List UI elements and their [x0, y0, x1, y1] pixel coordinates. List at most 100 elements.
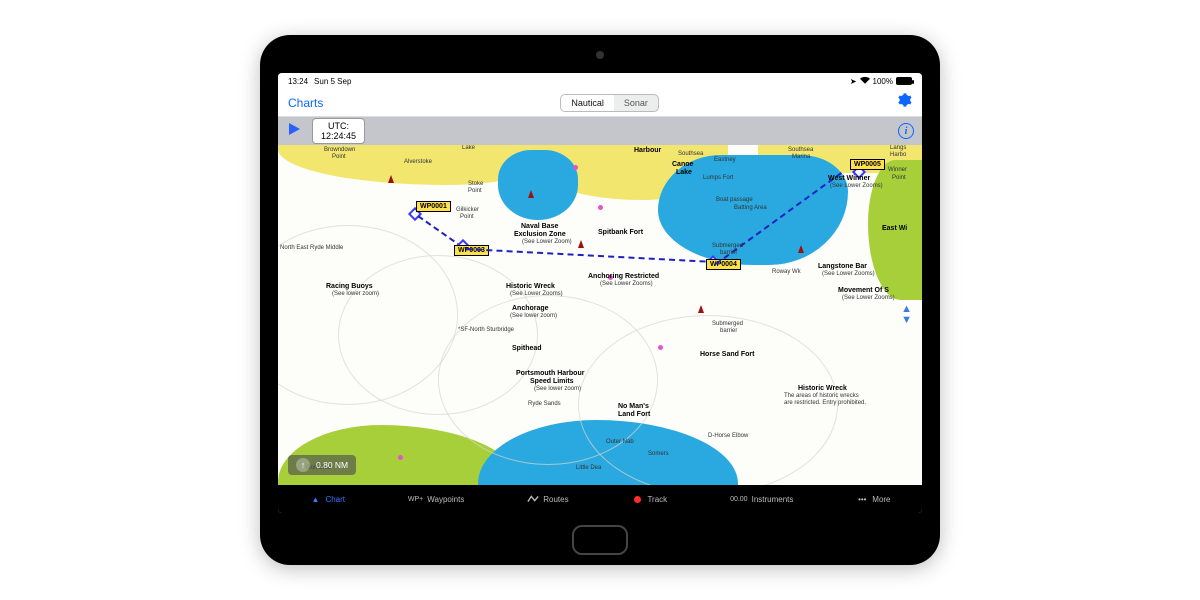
label-sub: are restricted. Entry prohibited. [784, 400, 866, 406]
scale-text: 0.80 NM [316, 460, 348, 470]
route-segment [466, 248, 716, 263]
label-stoke2: Point [468, 188, 482, 194]
tab-chart[interactable]: ▲ Chart [309, 493, 345, 505]
label-sub: (See Lower Zooms) [600, 281, 653, 287]
label-nomans: No Man's [618, 403, 649, 410]
utc-time: 12:24:45 [321, 131, 356, 141]
play-button[interactable] [286, 121, 302, 142]
label-gilkicker2: Point [460, 214, 474, 220]
label-submerged: Submerged [712, 243, 743, 249]
label-outer-nab: Outer Nab [606, 439, 634, 445]
label-sub: (See Lower Zooms) [510, 291, 563, 297]
tab-label: Routes [543, 495, 568, 504]
label-harbour: Harbour [634, 147, 661, 154]
nav-beacon [578, 240, 584, 248]
tab-label: Track [647, 495, 667, 504]
label-eastney: Eastney [714, 157, 736, 163]
label-sub: The areas of historic wrecks [784, 393, 859, 399]
tab-routes[interactable]: Routes [527, 493, 568, 505]
location-icon: ➤ [850, 77, 857, 86]
label-movement: Movement Of S [838, 287, 889, 294]
label-sub: (See lower zoom) [534, 386, 581, 392]
nav-beacon [528, 190, 534, 198]
label-southsea-marina2: Marina [792, 154, 810, 160]
front-camera [596, 51, 604, 59]
tab-waypoints[interactable]: WP+ Waypoints [408, 495, 464, 504]
label-lumps: Lumps Fort [703, 175, 733, 181]
info-button[interactable]: i [898, 123, 914, 139]
waypoint-wp0001[interactable]: WP0001 [416, 201, 451, 212]
label-alverstoke: Alverstoke [404, 159, 432, 165]
app-screen: 13:24 Sun 5 Sep ➤ 100% Charts Nautical S… [278, 73, 922, 513]
label-langs: Langs [890, 145, 906, 151]
label-batting: Batting Area [734, 205, 767, 211]
label-point2: Point [892, 175, 906, 181]
label-submerged2: barrier [720, 328, 737, 334]
label-sub: (See Lower Zoom) [522, 239, 572, 245]
buoy-marker [398, 455, 403, 460]
playback-bar: UTC: 12:24:45 i [278, 117, 922, 145]
tab-instruments[interactable]: 00.00 Instruments [730, 495, 793, 504]
pan-down-icon[interactable]: ▼ [901, 316, 912, 325]
label-lake: Lake [462, 145, 475, 151]
label-canoe: Canoe [672, 161, 693, 168]
routes-icon [527, 493, 539, 505]
waypoint-wp0004[interactable]: WP0004 [706, 259, 741, 270]
label-racing-buoys: Racing Buoys [326, 283, 373, 290]
segmented-nautical[interactable]: Nautical [561, 95, 614, 111]
label-nomans2: Land Fort [618, 411, 650, 418]
tab-label: Waypoints [427, 495, 464, 504]
label-harbor2: Harbo [890, 152, 906, 158]
pan-control[interactable]: ▲ ▼ [901, 305, 912, 325]
nav-beacon [388, 175, 394, 183]
label-winner: Winner [888, 167, 907, 173]
label-west-winner: West Winner [828, 175, 870, 182]
battery-icon [896, 77, 912, 85]
label-sturbridge: *SF-North Sturbridge [458, 327, 514, 333]
wifi-icon [860, 76, 870, 86]
label-ryde-middle: North East Ryde Middle [280, 245, 343, 251]
tab-label: Instruments [752, 495, 794, 504]
scale-indicator[interactable]: ↑ 0.80 NM [288, 455, 356, 475]
label-submerged: Submerged [712, 321, 743, 327]
buoy-marker [598, 205, 603, 210]
label-naval-base: Naval Base [521, 223, 558, 230]
label-portsmouth2: Speed Limits [530, 378, 574, 385]
label-historic-wreck: Historic Wreck [506, 283, 555, 290]
label-somers: Somers [648, 451, 669, 457]
tab-label: Chart [325, 495, 345, 504]
status-bar: 13:24 Sun 5 Sep ➤ 100% [278, 73, 922, 89]
label-raway: Roway Wk [772, 269, 801, 275]
label-submerged2: barrier [720, 250, 737, 256]
battery-percent: 100% [873, 77, 893, 86]
label-ryde-sands: Ryde Sands [528, 401, 561, 407]
label-sub: (See Lower Zooms) [830, 183, 883, 189]
route-segment [417, 215, 462, 248]
label-southsea-marina: Southsea [788, 147, 813, 153]
buoy-marker [658, 345, 663, 350]
label-southsea: Southsea [678, 151, 703, 157]
label-horse-elbow: D-Horse Elbow [708, 433, 748, 439]
label-gilkicker: Gilkicker [456, 207, 479, 213]
tab-track[interactable]: Track [631, 493, 667, 505]
nautical-chart[interactable]: WP0001 WP0003 WP0004 WP0005 Racing Buoys [278, 145, 922, 485]
waypoint-wp0005[interactable]: WP0005 [850, 159, 885, 170]
back-charts-button[interactable]: Charts [288, 96, 323, 110]
segmented-sonar[interactable]: Sonar [614, 95, 658, 111]
status-date: Sun 5 Sep [314, 77, 351, 86]
home-button[interactable] [572, 525, 628, 555]
tab-more[interactable]: ••• More [856, 493, 890, 505]
nav-beacon [798, 245, 804, 253]
label-spitbank: Spitbank Fort [598, 229, 643, 236]
more-icon: ••• [856, 493, 868, 505]
north-arrow-icon: ↑ [296, 458, 310, 472]
settings-button[interactable] [896, 92, 912, 113]
tab-label: More [872, 495, 890, 504]
top-nav: Charts Nautical Sonar [278, 89, 922, 117]
pan-up-icon[interactable]: ▲ [901, 305, 912, 314]
label-east-wi: East Wi [882, 225, 907, 232]
nav-beacon [698, 305, 704, 313]
label-anchoring-restricted: Anchoring Restricted [588, 273, 659, 280]
label-spithead: Spithead [512, 345, 542, 352]
label-sub: (See lower zoom) [332, 291, 379, 297]
